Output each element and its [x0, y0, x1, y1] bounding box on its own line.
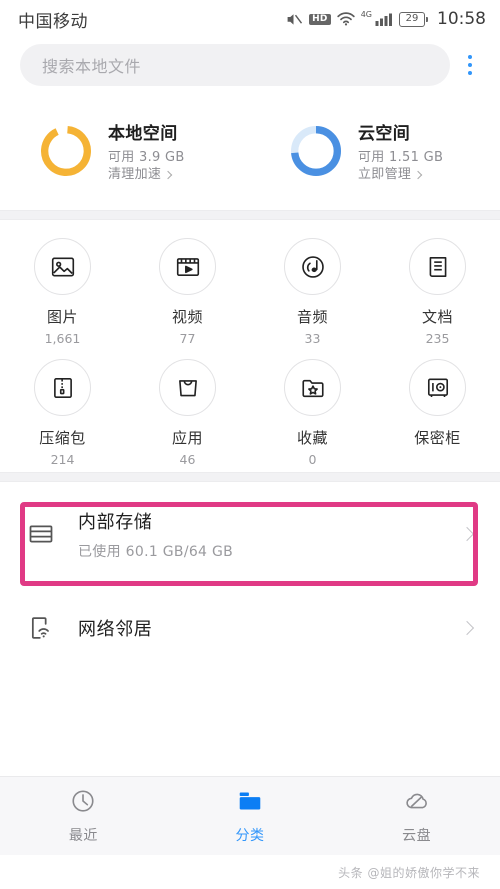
- storage-list: 内部存储 已使用 60.1 GB/64 GB 网络邻居: [0, 482, 500, 776]
- category-archives[interactable]: 压缩包 214: [0, 351, 125, 472]
- internal-storage-texts: 内部存储 已使用 60.1 GB/64 GB: [78, 508, 462, 561]
- apps-icon: [159, 359, 216, 416]
- wifi-icon: [337, 12, 355, 26]
- category-label: 文档: [421, 308, 453, 326]
- document-icon: [409, 238, 466, 295]
- clock-icon: [70, 788, 96, 818]
- watermark-label: 头条 @姐的娇傲你学不来: [338, 865, 480, 880]
- kebab-dot: [468, 71, 472, 75]
- tab-label: 分类: [235, 827, 265, 844]
- battery-cap: [426, 16, 428, 22]
- local-storage-action[interactable]: 清理加速: [108, 166, 185, 183]
- local-storage-available: 可用 3.9 GB: [108, 150, 185, 165]
- category-count: 235: [425, 331, 450, 346]
- signal-icon: [375, 12, 393, 26]
- battery-icon: 29: [399, 11, 428, 27]
- internal-storage-usage: 已使用 60.1 GB/64 GB: [78, 543, 234, 560]
- section-divider: [0, 472, 500, 482]
- archive-icon: [34, 359, 91, 416]
- category-count: 33: [304, 331, 321, 346]
- category-label: 压缩包: [39, 429, 86, 447]
- tab-label: 最近: [68, 827, 98, 844]
- category-label: 视频: [171, 308, 203, 326]
- image-icon: [34, 238, 91, 295]
- category-favorites[interactable]: 收藏 0: [250, 351, 375, 472]
- category-count: 1,661: [44, 331, 81, 346]
- category-count: 214: [50, 452, 75, 467]
- network-neighbor-texts: 网络邻居: [78, 615, 462, 641]
- storage-summary: 本地空间 可用 3.9 GB 清理加速 云空间 可用 1.51 GB 立即管理: [0, 92, 500, 210]
- cloud-storage-ring: [288, 123, 344, 179]
- battery-level: 29: [399, 11, 425, 27]
- clock-label: 10:58: [437, 9, 486, 29]
- bottom-tab-bar: 最近 分类 云盘: [0, 776, 500, 855]
- internal-storage-row[interactable]: 内部存储 已使用 60.1 GB/64 GB: [0, 492, 500, 586]
- category-safe[interactable]: 保密柜: [375, 351, 500, 472]
- search-placeholder: 搜索本地文件: [42, 57, 142, 76]
- category-documents[interactable]: 文档 235: [375, 230, 500, 351]
- file-manager-screen: 中国移动 HD 4G 29 10:58 搜索本地文件 本地空间 可用 3.9 G…: [0, 0, 500, 889]
- cloud-storage-available: 可用 1.51 GB: [358, 150, 444, 165]
- category-count: 46: [179, 452, 196, 467]
- internal-storage-icon: [24, 520, 58, 548]
- category-apps[interactable]: 应用 46: [125, 351, 250, 472]
- audio-icon: [284, 238, 341, 295]
- network-neighbor-row[interactable]: 网络邻居: [0, 590, 500, 666]
- category-label: 图片: [46, 308, 78, 326]
- local-storage-action-label: 清理加速: [108, 167, 162, 182]
- category-label: 应用: [171, 429, 203, 447]
- local-storage-card[interactable]: 本地空间 可用 3.9 GB 清理加速: [0, 92, 250, 210]
- favorite-folder-icon: [284, 359, 341, 416]
- local-storage-ring: [38, 123, 94, 179]
- category-count: 0: [308, 452, 317, 467]
- network-neighbor-title: 网络邻居: [78, 619, 153, 640]
- search-row: 搜索本地文件: [0, 38, 500, 92]
- cloud-storage-title: 云空间: [358, 124, 411, 144]
- category-count: 77: [179, 331, 196, 346]
- category-label: 收藏: [296, 429, 328, 447]
- kebab-dot: [468, 55, 472, 59]
- tab-cloud[interactable]: 云盘: [333, 788, 500, 845]
- category-label: 保密柜: [414, 429, 461, 447]
- tab-recent[interactable]: 最近: [0, 788, 167, 845]
- category-label: 音频: [296, 308, 328, 326]
- category-grid: 图片 1,661 视频 77 音频 33 文档 235 压缩包 214 应用 4…: [0, 220, 500, 472]
- cloud-storage-card[interactable]: 云空间 可用 1.51 GB 立即管理: [250, 92, 500, 210]
- category-images[interactable]: 图片 1,661: [0, 230, 125, 351]
- watermark-strip: 头条 @姐的娇傲你学不来: [0, 855, 500, 889]
- hd-icon: HD: [309, 13, 331, 25]
- cloud-storage-action-label: 立即管理: [358, 167, 412, 182]
- search-input[interactable]: 搜索本地文件: [20, 44, 450, 86]
- status-bar: 中国移动 HD 4G 29 10:58: [0, 0, 500, 38]
- cloud-storage-text: 云空间 可用 1.51 GB 立即管理: [358, 119, 443, 183]
- network-type-label: 4G: [360, 9, 372, 19]
- local-storage-title: 本地空间: [108, 124, 178, 144]
- tab-categories[interactable]: 分类: [167, 788, 334, 845]
- chevron-right-icon: [459, 620, 475, 636]
- category-videos[interactable]: 视频 77: [125, 230, 250, 351]
- kebab-menu-icon[interactable]: [450, 44, 490, 86]
- safe-box-icon: [409, 359, 466, 416]
- chevron-right-icon: [163, 170, 173, 179]
- tab-label: 云盘: [402, 827, 432, 844]
- mute-icon: [286, 12, 303, 27]
- chevron-right-icon: [459, 526, 475, 542]
- section-divider: [0, 210, 500, 220]
- cloud-storage-action[interactable]: 立即管理: [358, 166, 443, 183]
- chevron-right-icon: [413, 170, 423, 179]
- local-storage-text: 本地空间 可用 3.9 GB 清理加速: [108, 119, 185, 183]
- cloud-icon: [403, 788, 431, 818]
- category-audio[interactable]: 音频 33: [250, 230, 375, 351]
- folder-icon: [236, 788, 264, 818]
- status-icons: HD 4G 29 10:58: [286, 9, 486, 29]
- kebab-dot: [468, 63, 472, 67]
- internal-storage-title: 内部存储: [78, 511, 153, 533]
- carrier-label: 中国移动: [18, 11, 88, 32]
- network-neighbor-icon: [24, 614, 58, 642]
- video-icon: [159, 238, 216, 295]
